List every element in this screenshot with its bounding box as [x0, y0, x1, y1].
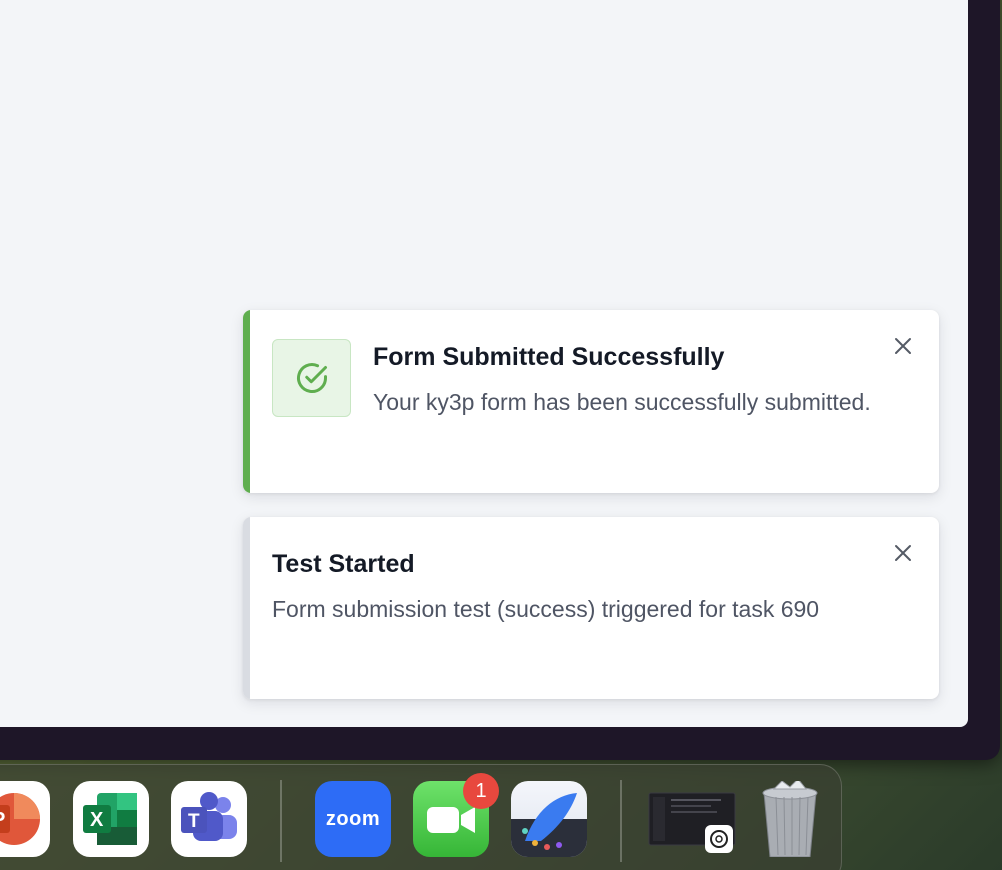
svg-text:X: X	[90, 809, 104, 831]
toast-accent-bar	[243, 517, 250, 699]
toast-message: Your ky3p form has been successfully sub…	[373, 389, 871, 415]
svg-text:T: T	[188, 811, 200, 832]
toast-accent-bar	[243, 310, 250, 493]
toast-info: Test Started Form submission test (succe…	[243, 517, 939, 699]
check-circle-icon	[272, 339, 351, 417]
notification-badge: 1	[463, 773, 499, 809]
toast-success: Form Submitted Successfully Your ky3p fo…	[243, 310, 939, 493]
trash-icon[interactable]	[752, 781, 828, 857]
powerpoint-icon[interactable]: P	[0, 781, 50, 857]
close-icon[interactable]	[891, 541, 915, 565]
teams-icon[interactable]: T	[171, 781, 247, 857]
zoom-icon[interactable]: zoom	[315, 781, 391, 857]
chatgpt-window-icon[interactable]	[647, 781, 737, 857]
freeform-icon[interactable]	[511, 781, 587, 857]
toast-title: Test Started	[272, 550, 415, 578]
toast-title: Form Submitted Successfully	[373, 343, 725, 371]
dock-separator	[280, 780, 282, 862]
zoom-label: zoom	[325, 807, 381, 830]
svg-text:P: P	[0, 809, 5, 831]
toast-message: Form submission test (success) triggered…	[272, 596, 820, 622]
dock-separator	[620, 780, 622, 862]
close-icon[interactable]	[891, 334, 915, 358]
excel-icon[interactable]: X	[73, 781, 149, 857]
